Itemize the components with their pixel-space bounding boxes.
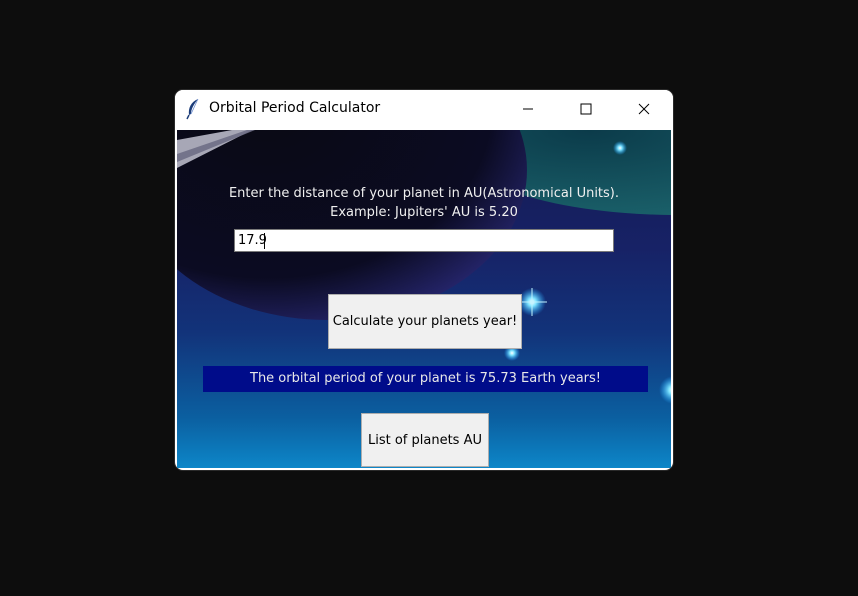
prompt-text: Enter the distance of your planet in AU(… [228, 186, 620, 201]
app-window: Orbital Period Calculator Enter the dist… [175, 90, 673, 470]
window-content: Enter the distance of your planet in AU(… [177, 130, 671, 468]
result-label: The orbital period of your planet is 75.… [203, 366, 648, 392]
au-distance-input[interactable] [234, 229, 614, 252]
calculate-button[interactable]: Calculate your planets year! [328, 294, 522, 349]
maximize-icon [580, 100, 592, 119]
text-caret [264, 233, 265, 249]
list-planets-button[interactable]: List of planets AU [361, 413, 489, 467]
window-title: Orbital Period Calculator [209, 100, 381, 116]
minimize-button[interactable] [505, 90, 551, 128]
maximize-button[interactable] [563, 90, 609, 128]
feather-icon [185, 98, 201, 120]
example-text: Example: Jupiters' AU is 5.20 [330, 205, 518, 220]
minimize-icon [522, 100, 534, 119]
title-bar[interactable]: Orbital Period Calculator [175, 90, 673, 128]
close-button[interactable] [621, 90, 667, 128]
star [613, 141, 627, 155]
close-icon [638, 100, 650, 119]
